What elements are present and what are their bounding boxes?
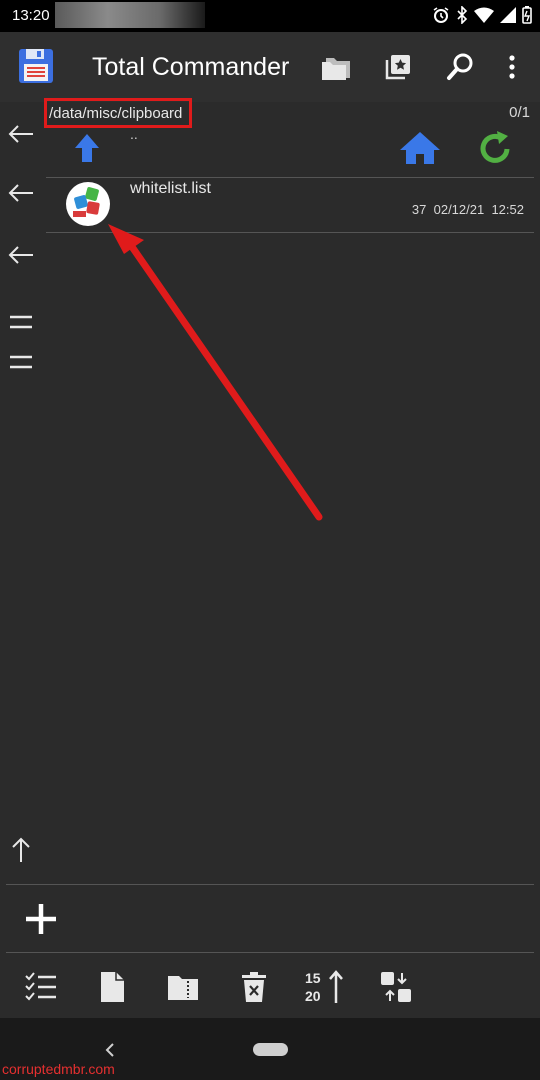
nav-back-button[interactable] [96, 1036, 124, 1064]
add-button[interactable] [20, 898, 62, 940]
home-pill[interactable] [253, 1043, 288, 1056]
sort-button[interactable]: 15 20 [303, 965, 345, 1009]
swap-panels-button[interactable] [376, 967, 416, 1007]
svg-text:15: 15 [305, 970, 321, 986]
sort-numeric-icon: 15 20 [305, 970, 343, 1004]
svg-text:20: 20 [305, 988, 321, 1004]
swap-icon [381, 972, 411, 1002]
chevron-left-icon [105, 1043, 114, 1057]
trash-icon [242, 972, 266, 1002]
plus-icon [26, 904, 56, 934]
checklist-icon [25, 972, 56, 1001]
bottom-toolbar: 15 20 [0, 955, 540, 1018]
select-button[interactable] [22, 967, 60, 1007]
bottom-divider [6, 884, 534, 885]
archive-button[interactable] [163, 967, 203, 1007]
delete-button[interactable] [236, 967, 272, 1007]
annotation-arrow [108, 224, 323, 521]
new-file-button[interactable] [94, 967, 130, 1007]
watermark: corruptedmbr.com [2, 1061, 115, 1077]
bottom-divider [6, 952, 534, 953]
zip-folder-icon [168, 976, 198, 1000]
file-icon [101, 972, 124, 1002]
